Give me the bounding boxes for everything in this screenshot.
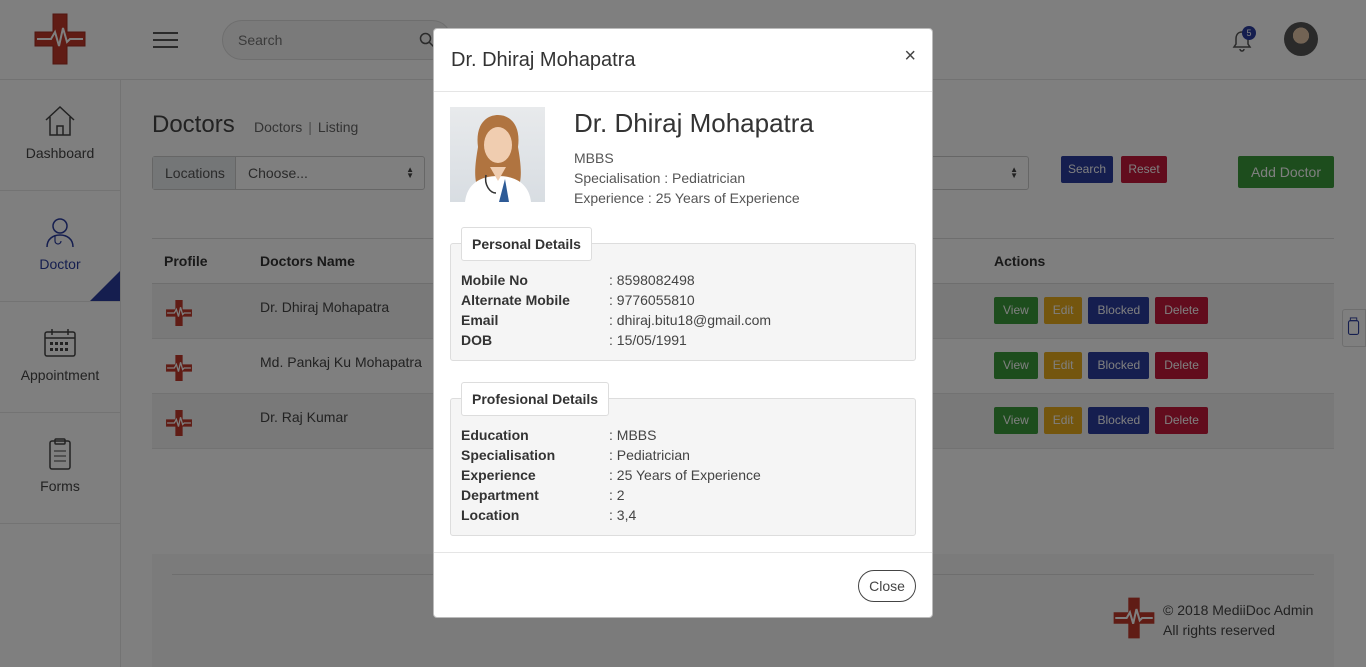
detail-value: : MBBS (609, 427, 657, 443)
detail-value: : 9776055810 (609, 292, 695, 308)
detail-key: Alternate Mobile (461, 292, 570, 308)
doctor-photo (450, 107, 545, 202)
detail-key: Location (461, 507, 520, 523)
professional-details-rows: Education : MBBS Specialisation : Pediatri… (461, 425, 761, 525)
professional-details-legend: Profesional Details (461, 382, 610, 416)
professional-details-section: Profesional Details Education : MBBS Spec… (450, 382, 916, 536)
modal-footer-divider (434, 552, 932, 553)
detail-value: : 2 (609, 487, 625, 503)
doctor-experience: Experience : 25 Years of Experience (574, 190, 800, 206)
detail-row: Alternate Mobile : 9776055810 (461, 290, 771, 310)
doctor-summary: MBBS Specialisation : Pediatrician Exper… (574, 148, 800, 208)
detail-row: Email : dhiraj.bitu18@gmail.com (461, 310, 771, 330)
modal-header: Dr. Dhiraj Mohapatra × (434, 29, 932, 92)
detail-row: Mobile No : 8598082498 (461, 270, 771, 290)
detail-value: : 25 Years of Experience (609, 467, 761, 483)
detail-key: Department (461, 487, 539, 503)
detail-value: : 8598082498 (609, 272, 695, 288)
detail-row: Experience : 25 Years of Experience (461, 465, 761, 485)
detail-value: : 3,4 (609, 507, 637, 523)
detail-key: Mobile No (461, 272, 528, 288)
detail-value: : Pediatrician (609, 447, 690, 463)
doctor-portrait (465, 115, 531, 202)
detail-row: Education : MBBS (461, 425, 761, 445)
detail-key: DOB (461, 332, 493, 348)
detail-row: Specialisation : Pediatrician (461, 445, 761, 465)
personal-details-legend: Personal Details (461, 227, 592, 261)
detail-key: Experience (461, 467, 536, 483)
doctor-qualification: MBBS (574, 150, 614, 166)
detail-key: Email (461, 312, 499, 328)
detail-row: Location : 3,4 (461, 505, 761, 525)
detail-value: : dhiraj.bitu18@gmail.com (609, 312, 772, 328)
personal-details-section: Personal Details Mobile No : 8598082498 A… (450, 227, 916, 361)
doctor-specialisation: Specialisation : Pediatrician (574, 170, 746, 186)
detail-row: DOB : 15/05/1991 (461, 330, 771, 350)
doctor-details-modal: Dr. Dhiraj Mohapatra × Dr. Dhiraj Mohapa… (433, 28, 933, 618)
close-button[interactable]: Close (858, 570, 916, 602)
modal-title: Dr. Dhiraj Mohapatra (451, 49, 636, 71)
doctor-name-heading: Dr. Dhiraj Mohapatra (574, 108, 814, 138)
detail-value: : 15/05/1991 (609, 332, 687, 348)
detail-row: Department : 2 (461, 485, 761, 505)
detail-key: Education (461, 427, 529, 443)
personal-details-rows: Mobile No : 8598082498 Alternate Mobile : … (461, 270, 771, 350)
detail-key: Specialisation (461, 447, 556, 463)
close-icon[interactable]: × (904, 45, 916, 68)
